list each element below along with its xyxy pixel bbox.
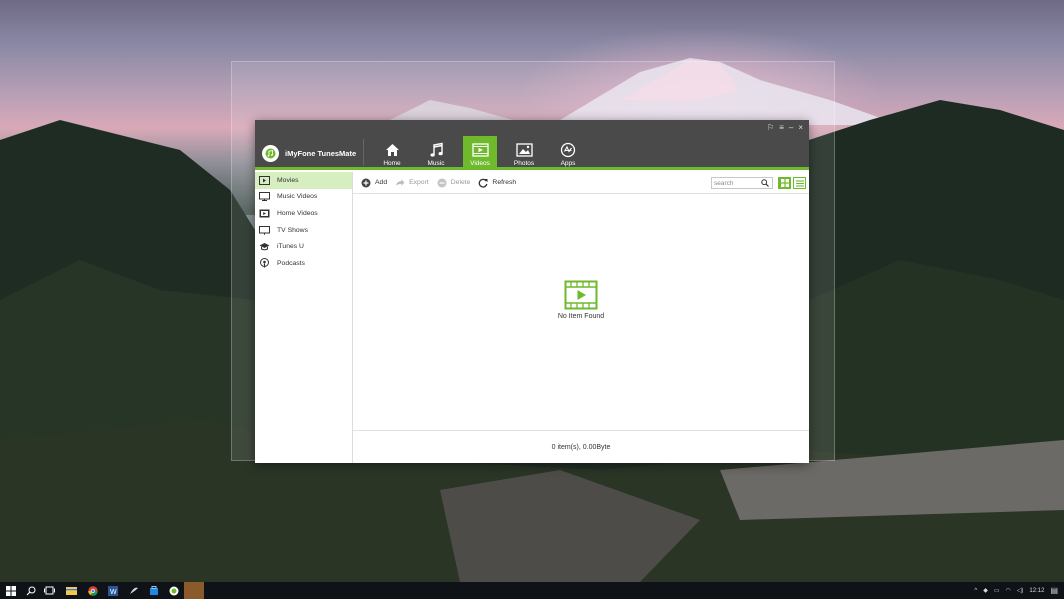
search-icon[interactable] <box>760 178 770 188</box>
movie-icon <box>259 175 270 185</box>
file-explorer-icon[interactable] <box>65 584 78 597</box>
close-icon[interactable]: × <box>798 123 803 133</box>
refresh-button[interactable]: Refresh <box>478 178 516 188</box>
list-view-button[interactable] <box>793 177 806 189</box>
chevron-up-icon[interactable]: ^ <box>974 588 977 594</box>
notification-icon[interactable]: ▤ <box>1050 586 1058 595</box>
app-name: iMyFone TunesMate <box>285 149 357 158</box>
sidebar-item-podcasts[interactable]: Podcasts <box>255 255 352 272</box>
search-icon[interactable] <box>24 584 37 597</box>
status-bar: 0 item(s), 0.00Byte <box>353 430 809 463</box>
graduation-cap-icon <box>259 242 270 252</box>
sidebar-item-label: Home Videos <box>277 209 318 217</box>
add-button[interactable]: Add <box>361 178 387 188</box>
app-icon-brown[interactable] <box>184 582 204 599</box>
dropbox-icon[interactable]: ◆ <box>983 587 988 594</box>
grid-icon <box>780 179 789 187</box>
brand: iMyFone TunesMate <box>262 145 356 162</box>
apps-icon <box>560 140 576 160</box>
word-icon[interactable]: W <box>106 584 119 597</box>
music-video-icon <box>259 192 270 202</box>
divider <box>363 139 364 166</box>
sidebar-item-movies[interactable]: Movies <box>255 172 352 189</box>
tab-apps-label: Apps <box>560 160 576 167</box>
toolbar: Add Export Delete Refresh <box>353 172 809 194</box>
clock[interactable]: 12:12 <box>1029 588 1044 594</box>
sidebar-item-label: Music Videos <box>277 193 318 201</box>
window-controls: ⚐ ≡ – × <box>767 123 803 133</box>
tunesmate-window: iMyFone TunesMate ⚐ ≡ – × Home Music Vid… <box>255 120 809 463</box>
tab-home-label: Home <box>383 160 401 167</box>
music-note-icon <box>429 140 444 160</box>
volume-icon[interactable]: ◁) <box>1017 587 1024 594</box>
add-label: Add <box>375 179 388 186</box>
sidebar-item-label: Podcasts <box>277 259 305 267</box>
minimize-icon[interactable]: – <box>789 123 793 133</box>
task-view-icon[interactable] <box>43 584 56 597</box>
refresh-label: Refresh <box>492 179 517 186</box>
podcast-icon <box>259 258 270 268</box>
list-icon <box>795 179 804 187</box>
menu-icon[interactable]: ≡ <box>779 123 784 133</box>
item-count-summary: 0 item(s), 0.00Byte <box>551 443 611 451</box>
refresh-icon <box>478 178 488 188</box>
tab-music-label: Music <box>427 160 445 167</box>
delete-button[interactable]: Delete <box>437 178 471 188</box>
add-icon <box>361 178 371 188</box>
export-button[interactable]: Export <box>395 178 429 188</box>
sidebar: Movies Music Videos Home Videos TV Shows… <box>255 172 353 463</box>
tunesmate-logo-icon <box>262 145 279 162</box>
sidebar-item-music-videos[interactable]: Music Videos <box>255 189 352 206</box>
home-video-icon <box>259 208 270 218</box>
export-icon <box>395 178 405 188</box>
photo-icon <box>515 140 533 160</box>
feedback-icon[interactable]: ⚐ <box>767 123 774 133</box>
video-icon <box>471 140 489 160</box>
windows-start-icon[interactable] <box>4 584 17 597</box>
sidebar-item-tv-shows[interactable]: TV Shows <box>255 222 352 239</box>
tab-photos-label: Photos <box>513 160 535 167</box>
sidebar-item-home-videos[interactable]: Home Videos <box>255 205 352 222</box>
tab-photos[interactable]: Photos <box>507 136 541 170</box>
grid-view-button[interactable] <box>778 177 791 189</box>
export-label: Export <box>409 179 429 186</box>
home-icon <box>385 140 400 160</box>
tab-apps[interactable]: Apps <box>551 136 585 170</box>
sidebar-item-label: iTunes U <box>277 243 304 251</box>
taskbar: W ^ ◆ ▭ ◠ ◁) 12:12 ▤ <box>0 582 1064 599</box>
system-tray: ^ ◆ ▭ ◠ ◁) 12:12 ▤ <box>974 582 1064 599</box>
network-icon[interactable]: ▭ <box>994 587 1000 594</box>
app-icon[interactable] <box>127 584 140 597</box>
search-box <box>711 177 773 189</box>
empty-state: No Item Found <box>353 280 809 320</box>
delete-label: Delete <box>450 179 471 186</box>
tv-icon <box>259 225 270 235</box>
title-bar: iMyFone TunesMate ⚐ ≡ – × Home Music Vid… <box>255 120 809 170</box>
tunesmate-icon[interactable] <box>167 584 180 597</box>
wifi-icon[interactable]: ◠ <box>1006 587 1011 594</box>
chrome-icon[interactable] <box>86 584 99 597</box>
tab-videos[interactable]: Videos <box>463 136 497 170</box>
svg-text:W: W <box>110 589 117 596</box>
tab-home[interactable]: Home <box>375 136 409 170</box>
sidebar-item-itunes-u[interactable]: iTunes U <box>255 238 352 255</box>
empty-message: No Item Found <box>557 313 605 320</box>
search-input[interactable] <box>712 178 760 188</box>
video-icon <box>564 280 598 310</box>
tab-videos-label: Videos <box>470 160 490 167</box>
store-icon[interactable] <box>147 584 160 597</box>
sidebar-item-label: Movies <box>277 176 299 184</box>
sidebar-item-label: TV Shows <box>277 226 308 234</box>
delete-icon <box>437 178 447 188</box>
tab-music[interactable]: Music <box>419 136 453 170</box>
